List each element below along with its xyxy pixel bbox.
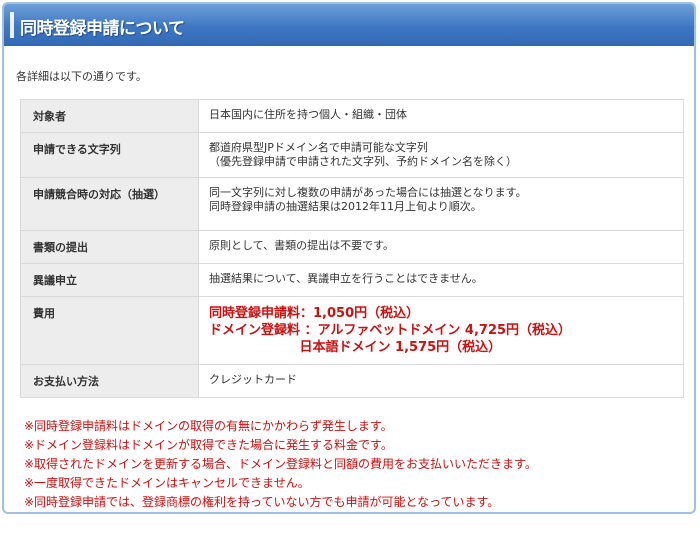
row-label: 異議申立 [20,263,199,297]
info-panel: 同時登録申請について 各詳細は以下の通りです。 対象者 日本国内に住所を持つ個人… [2,2,696,514]
value-line: 同一文字列に対し複数の申請があった場合には抽選となります。 [209,186,527,199]
row-value: 日本国内に住所を持つ個人・組織・団体 [198,99,684,133]
note-item: ※ドメイン登録料はドメインが取得できた場合に発生する料金です。 [24,438,393,452]
row-label: お支払い方法 [20,364,199,398]
value-line: （優先登録申請で申請された文字列、予約ドメイン名を除く） [209,155,517,168]
row-label: 申請競合時の対応（抽選） [20,177,199,231]
table-row: 費用 同時登録申請料：1,050円（税込） ドメイン登録料 ：アルファベットドメ… [20,296,684,365]
table-row: 対象者 日本国内に住所を持つ個人・組織・団体 [20,99,684,133]
value-line: 日本国内に住所を持つ個人・組織・団体 [209,108,407,121]
page-title: 同時登録申請について [20,19,185,39]
fee-line: ドメイン登録料 ：アルファベットドメイン 4,725円（税込） [209,323,572,338]
row-label: 費用 [20,296,199,365]
table-row: 書類の提出 原則として、書類の提出は不要です。 [20,230,684,264]
note-item: ※同時登録申請では、登録商標の権利を持っていない方でも申請が可能となっています。 [24,495,500,509]
value-line: クレジットカード [209,373,297,386]
notes-list: ※同時登録申請料はドメインの取得の有無にかかわらず発生します。 ※ドメイン登録料… [24,417,537,512]
row-value: 同一文字列に対し複数の申請があった場合には抽選となります。 同時登録申請の抽選結… [198,177,684,231]
value-line: 抽選結果について、異議申立を行うことはできません。 [209,272,483,285]
row-value: 抽選結果について、異議申立を行うことはできません。 [198,263,684,297]
value-line: 都道府県型JPドメイン名で申請可能な文字列 [209,141,428,154]
table-row: お支払い方法 クレジットカード [20,364,684,398]
value-line: 同時登録申請の抽選結果は2012年11月上旬より順次。 [209,200,482,213]
note-item: ※同時登録申請料はドメインの取得の有無にかかわらず発生します。 [24,419,393,433]
header-accent-bar [10,12,14,38]
intro-text: 各詳細は以下の通りです。 [16,70,147,83]
note-item: ※取得されたドメインを更新する場合、ドメイン登録料と同額の費用をお支払いいただき… [24,457,537,471]
panel-header: 同時登録申請について [4,4,694,46]
table-row: 異議申立 抽選結果について、異議申立を行うことはできません。 [20,263,684,297]
fee-line: 日本語ドメイン 1,575円（税込） [209,340,502,355]
row-value: 都道府県型JPドメイン名で申請可能な文字列 （優先登録申請で申請された文字列、予… [198,132,684,178]
row-label: 書類の提出 [20,230,199,264]
row-label: 対象者 [20,99,199,133]
details-table: 対象者 日本国内に住所を持つ個人・組織・団体 申請できる文字列 都道府県型JPド… [20,99,684,398]
row-label: 申請できる文字列 [20,132,199,178]
fee-line: 同時登録申請料：1,050円（税込） [209,306,420,321]
table-row: 申請できる文字列 都道府県型JPドメイン名で申請可能な文字列 （優先登録申請で申… [20,132,684,178]
row-value: クレジットカード [198,364,684,398]
row-value: 同時登録申請料：1,050円（税込） ドメイン登録料 ：アルファベットドメイン … [198,296,684,365]
row-value: 原則として、書類の提出は不要です。 [198,230,684,264]
value-line: 原則として、書類の提出は不要です。 [209,239,395,252]
note-item: ※一度取得できたドメインはキャンセルできません。 [24,476,310,490]
table-row: 申請競合時の対応（抽選） 同一文字列に対し複数の申請があった場合には抽選となりま… [20,177,684,231]
